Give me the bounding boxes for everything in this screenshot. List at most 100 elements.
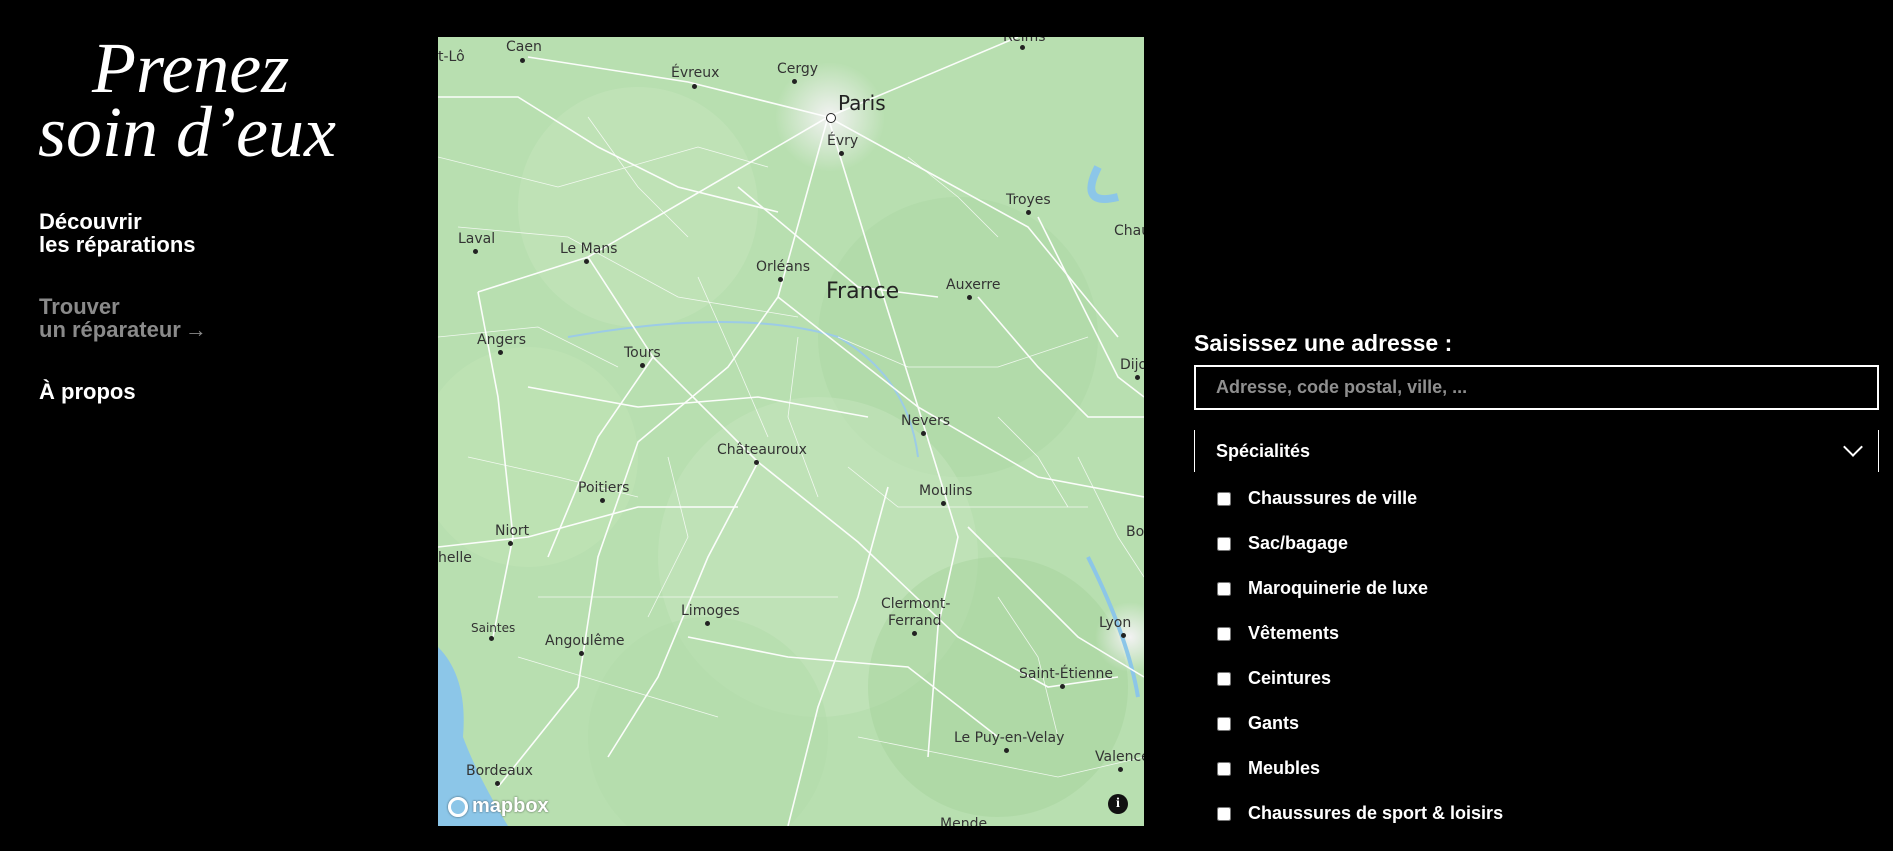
city-dot	[640, 363, 645, 368]
city-dot	[498, 350, 503, 355]
map-label-saint-etienne: Saint-Étienne	[1019, 666, 1113, 682]
city-dot	[1060, 684, 1065, 689]
address-input[interactable]	[1194, 365, 1879, 410]
city-dot	[692, 84, 697, 89]
specialty-label: Ceintures	[1248, 668, 1332, 688]
nav-discover-line-2: les réparations	[39, 232, 196, 257]
map-label-dijon: Dijo	[1120, 357, 1144, 373]
specialty-option[interactable]: Gants	[1214, 701, 1503, 746]
map-label-auxerre: Auxerre	[946, 277, 1001, 293]
brand-line-2: soin d’eux	[38, 92, 336, 172]
map-label-orleans: Orléans	[756, 259, 811, 275]
nav-discover-repairs[interactable]: Découvrir les réparations	[39, 210, 196, 256]
map-label-laval: Laval	[458, 231, 496, 247]
map-label-tours: Tours	[624, 345, 661, 361]
city-dot	[579, 651, 584, 656]
city-dot	[489, 636, 494, 641]
specialty-option[interactable]: Chaussures de ville	[1214, 476, 1503, 521]
info-icon[interactable]: i	[1108, 794, 1128, 814]
specialty-label: Meubles	[1248, 758, 1321, 778]
specialty-option[interactable]: Chaussures de sport & loisirs	[1214, 791, 1503, 836]
map-label-limoges: Limoges	[681, 603, 740, 619]
nav-find-line-2: un réparateur	[39, 317, 181, 342]
map-label-caen: Caen	[506, 39, 542, 55]
map-label-le-puy: Le Puy-en-Velay	[954, 730, 1065, 746]
city-dot	[495, 781, 500, 786]
city-dot	[1121, 633, 1126, 638]
address-label: Saisissez une adresse :	[1194, 330, 1453, 356]
map-label-valence: Valence	[1095, 749, 1144, 765]
nav-find-line-1: Trouver	[39, 294, 120, 319]
map-roads	[438, 37, 1144, 826]
map-label-bourges-edge: Bo	[1126, 524, 1144, 540]
city-dot	[473, 249, 478, 254]
city-dot	[600, 498, 605, 503]
map-label-poitiers: Poitiers	[578, 480, 630, 496]
map-label-nevers: Nevers	[901, 413, 951, 429]
specialty-option[interactable]: Sac/bagage	[1214, 521, 1503, 566]
city-dot	[520, 58, 525, 63]
map[interactable]: Caen Évreux Cergy Paris Évry Reims Troye…	[438, 37, 1144, 826]
map-label-evreux: Évreux	[671, 65, 720, 81]
nav-about[interactable]: À propos	[39, 380, 136, 403]
map-label-chau: Chau	[1114, 223, 1144, 239]
city-dot	[1004, 748, 1009, 753]
map-label-angouleme: Angoulême	[545, 633, 625, 649]
specialty-label: Gants	[1248, 713, 1300, 733]
map-label-angers: Angers	[477, 332, 526, 348]
specialty-checkbox[interactable]	[1217, 491, 1231, 506]
map-label-lyon: Lyon	[1099, 615, 1132, 631]
specialties-list: Chaussures de ville Sac/bagage Maroquine…	[1214, 476, 1503, 836]
city-dot	[1020, 45, 1025, 50]
capital-dot	[826, 113, 836, 123]
specialty-checkbox[interactable]	[1217, 761, 1231, 776]
city-dot	[778, 277, 783, 282]
city-dot	[839, 151, 844, 156]
city-dot	[1118, 767, 1123, 772]
map-label-bordeaux: Bordeaux	[466, 763, 533, 779]
city-dot	[584, 259, 589, 264]
specialty-option[interactable]: Ceintures	[1214, 656, 1503, 701]
specialty-checkbox[interactable]	[1217, 671, 1231, 686]
specialty-checkbox[interactable]	[1217, 581, 1231, 596]
specialty-checkbox[interactable]	[1217, 806, 1231, 821]
city-dot	[508, 541, 513, 546]
map-label-chateauroux: Châteauroux	[717, 442, 807, 458]
map-label-evry: Évry	[827, 133, 859, 149]
mapbox-logo[interactable]: mapbox	[448, 795, 549, 818]
mapbox-logo-text: mapbox	[472, 795, 549, 817]
map-label-le-mans: Le Mans	[560, 241, 618, 257]
city-dot	[967, 295, 972, 300]
map-label-cergy: Cergy	[777, 61, 819, 77]
specialties-title: Spécialités	[1216, 440, 1311, 461]
map-label-niort: Niort	[495, 523, 530, 539]
map-label-reims: Reims	[1003, 37, 1046, 45]
specialty-label: Sac/bagage	[1248, 533, 1349, 553]
map-label-saint-lo: t-Lô	[438, 49, 465, 65]
chevron-down-icon	[1843, 437, 1863, 457]
city-dot	[1135, 375, 1140, 380]
specialties-dropdown[interactable]: Spécialités	[1194, 430, 1879, 472]
specialty-label: Maroquinerie de luxe	[1248, 578, 1429, 598]
map-label-country: France	[826, 279, 900, 304]
map-label-saintes: Saintes	[471, 621, 516, 635]
city-dot	[912, 631, 917, 636]
map-label-troyes: Troyes	[1006, 192, 1051, 208]
city-dot	[705, 621, 710, 626]
specialty-checkbox[interactable]	[1217, 626, 1231, 641]
specialty-option[interactable]: Meubles	[1214, 746, 1503, 791]
city-dot	[792, 79, 797, 84]
nav-find-repairer[interactable]: Trouver un réparateur →	[39, 295, 207, 341]
specialty-checkbox[interactable]	[1217, 536, 1231, 551]
map-label-paris: Paris	[838, 91, 886, 115]
city-dot	[921, 431, 926, 436]
specialty-checkbox[interactable]	[1217, 716, 1231, 731]
specialty-option[interactable]: Vêtements	[1214, 611, 1503, 656]
map-label-mende: Mende	[940, 816, 988, 826]
city-dot	[1026, 210, 1031, 215]
city-dot	[754, 460, 759, 465]
specialty-label: Chaussures de sport & loisirs	[1248, 803, 1504, 823]
nav-discover-line-1: Découvrir	[39, 209, 142, 234]
map-label-la-rochelle: helle	[438, 550, 472, 566]
specialty-option[interactable]: Maroquinerie de luxe	[1214, 566, 1503, 611]
